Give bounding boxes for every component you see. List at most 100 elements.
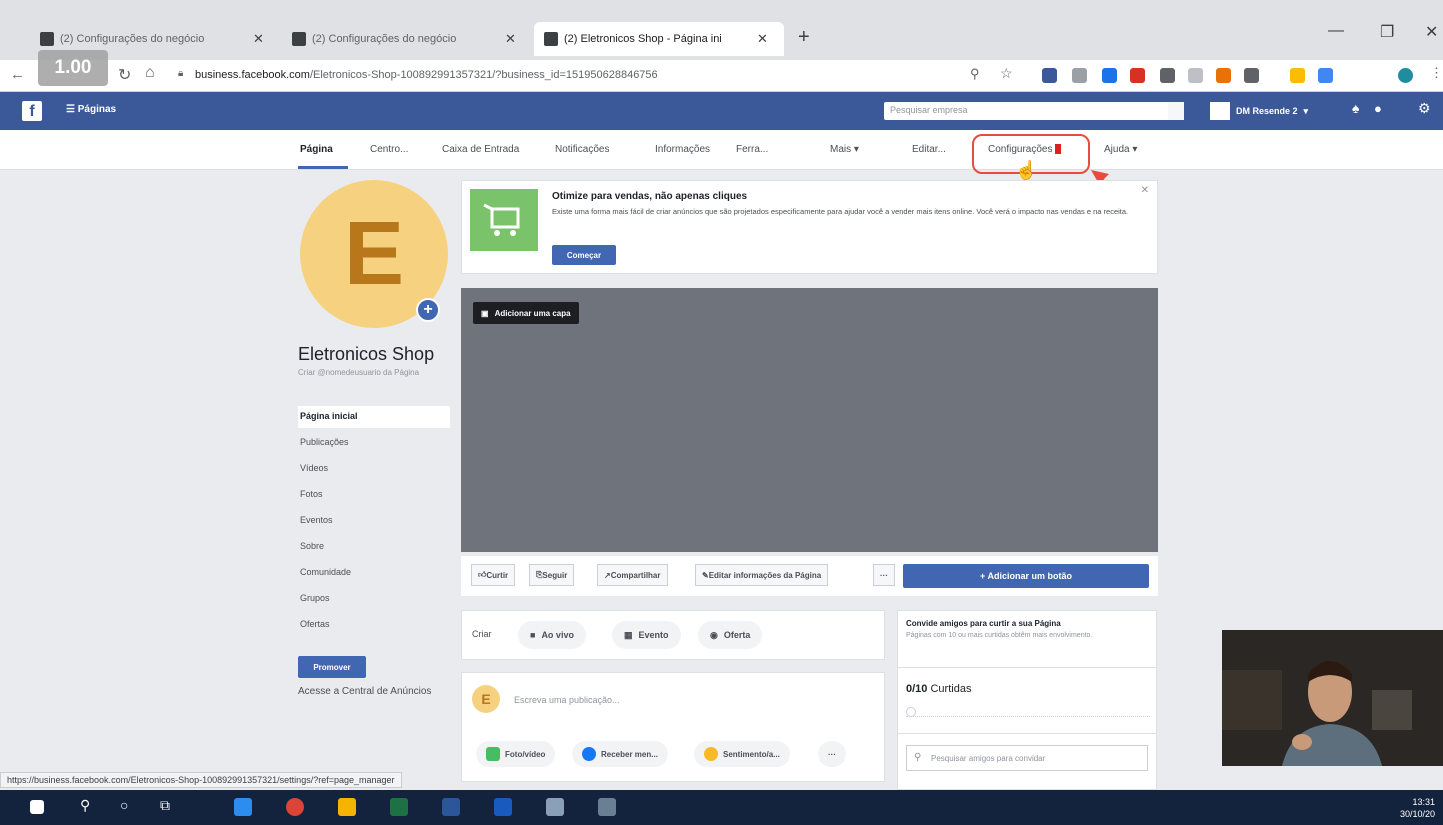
tab-close-icon[interactable]: ✕ (757, 31, 768, 47)
write-post-input[interactable]: Escreva uma publicação... (514, 695, 620, 705)
offer-label: Oferta (723, 630, 751, 640)
photo-video-button[interactable]: Foto/vídeo (476, 741, 556, 767)
get-messages-button[interactable]: Receber men... (572, 741, 668, 767)
extension-icon[interactable] (1042, 68, 1057, 83)
start-button[interactable]: Começar (552, 245, 616, 265)
search-icon[interactable]: ⚲ (80, 797, 90, 814)
left-nav-photos[interactable]: Fotos (298, 484, 450, 506)
windows-start-icon[interactable] (30, 800, 44, 814)
extension-icon[interactable] (1102, 68, 1117, 83)
sticky-notes-app-icon[interactable] (338, 798, 356, 816)
facebook-logo-icon[interactable]: f (22, 101, 42, 121)
left-nav-community[interactable]: Comunidade (298, 562, 450, 584)
system-clock[interactable]: 13:31 30/10/20 (1400, 796, 1435, 820)
add-photo-icon[interactable]: + (416, 298, 440, 322)
add-cover-button[interactable]: ▣ Adicionar uma capa (473, 302, 579, 324)
tab-close-icon[interactable]: ✕ (505, 31, 516, 47)
optimize-sales-banner: Otimize para vendas, não apenas cliques … (461, 180, 1158, 274)
account-switcher[interactable]: DM Resende 2 ▾ (1210, 102, 1308, 120)
pages-menu-link[interactable]: ☰ Páginas (66, 104, 116, 115)
extension-icon[interactable] (1160, 68, 1175, 83)
window-close-icon[interactable]: ✕ (1425, 22, 1438, 42)
close-icon[interactable]: ✕ (1141, 185, 1149, 196)
create-username-link[interactable]: Criar @nomedeusuario da Página (298, 368, 448, 378)
tab-pagina[interactable]: Página (300, 144, 333, 155)
left-nav-about[interactable]: Sobre (298, 536, 450, 558)
photo-icon (486, 747, 500, 761)
excel-app-icon[interactable] (390, 798, 408, 816)
cortana-icon[interactable]: ○ (120, 797, 128, 813)
edit-page-info-button[interactable]: ✎ Editar informações da Página (695, 564, 829, 586)
app-icon[interactable] (546, 798, 564, 816)
share-button[interactable]: ↗ Compartilhar (597, 564, 668, 586)
left-nav-groups[interactable]: Grupos (298, 588, 450, 610)
left-nav-posts[interactable]: Publicações (298, 432, 450, 454)
tab-tools[interactable]: Ferra... (736, 144, 768, 155)
notifications-icon[interactable]: ♠ (1352, 100, 1359, 116)
extension-icon[interactable] (1244, 68, 1259, 83)
tab-centro[interactable]: Centro... (370, 144, 408, 155)
new-tab-button[interactable]: + (798, 26, 810, 49)
app-icon[interactable] (598, 798, 616, 816)
settings-gear-icon[interactable]: ⚙ (1418, 100, 1431, 117)
tab-close-icon[interactable]: ✕ (253, 31, 264, 47)
browser-tab-2[interactable]: (2) Configurações do negócio ✕ (282, 22, 527, 56)
left-nav-events[interactable]: Eventos (298, 510, 450, 532)
tab-title: (2) Eletronicos Shop - Página ini (564, 33, 722, 45)
feeling-button[interactable]: Sentimento/a... (694, 741, 790, 767)
invite-title: Convide amigos para curtir a sua Página (906, 619, 1061, 628)
zoom-app-icon[interactable] (234, 798, 252, 816)
tab-inbox[interactable]: Caixa de Entrada (442, 144, 519, 155)
tab-insights[interactable]: Informações (655, 144, 710, 155)
left-nav-offers[interactable]: Ofertas (298, 614, 450, 636)
account-avatar (1210, 102, 1230, 120)
pages-label: Páginas (77, 104, 117, 115)
more-post-options-button[interactable]: ··· (818, 741, 846, 767)
zoom-search-icon[interactable]: ⚲ (970, 66, 980, 82)
account-name: DM Resende 2 (1236, 106, 1298, 116)
extension-icon[interactable] (1290, 68, 1305, 83)
help-icon[interactable]: ● (1374, 101, 1382, 116)
cover-photo-area[interactable]: ▣ Adicionar uma capa (461, 288, 1158, 552)
left-nav-home[interactable]: Página inicial (298, 406, 450, 428)
profile-avatar-icon[interactable] (1398, 68, 1413, 83)
promote-button[interactable]: Promover (298, 656, 366, 678)
tab-edit[interactable]: Editar... (912, 144, 946, 155)
extension-icon[interactable] (1318, 68, 1333, 83)
home-icon[interactable]: ⌂ (145, 64, 155, 82)
add-button-cta[interactable]: + Adicionar um botão (903, 564, 1149, 588)
author-avatar: E (472, 685, 500, 713)
tab-help[interactable]: Ajuda ▾ (1104, 144, 1137, 155)
bookmark-star-icon[interactable]: ☆ (1000, 65, 1013, 82)
extension-icon[interactable] (1216, 68, 1231, 83)
word-app-icon[interactable] (494, 798, 512, 816)
url-field[interactable]: business.facebook.com/Eletronicos-Shop-1… (195, 69, 658, 81)
live-button[interactable]: ■ Ao vivo (518, 621, 586, 649)
maximize-icon[interactable]: ❐ (1380, 22, 1394, 42)
extension-icon[interactable] (1130, 68, 1145, 83)
explorer-app-icon[interactable] (442, 798, 460, 816)
extension-icon[interactable] (1188, 68, 1203, 83)
reload-icon[interactable]: ↻ (118, 65, 131, 85)
like-button[interactable]: 👍︎ Curtir (471, 564, 516, 586)
follow-button[interactable]: ⎘ Seguir (529, 564, 575, 586)
task-view-icon[interactable]: ⧉ (160, 797, 170, 814)
tab-title: (2) Configurações do negócio (60, 33, 205, 45)
menu-kebab-icon[interactable]: ⋮ (1430, 65, 1443, 81)
smiley-icon (704, 747, 718, 761)
tab-notifications[interactable]: Notificações (555, 144, 609, 155)
more-options-button[interactable]: ··· (873, 564, 895, 586)
browser-tab-3[interactable]: (2) Eletronicos Shop - Página ini ✕ (534, 22, 784, 56)
search-icon[interactable] (1168, 102, 1184, 120)
event-button[interactable]: ▦ Evento (612, 621, 681, 649)
back-icon[interactable]: ← (10, 66, 25, 83)
left-nav-videos[interactable]: Vídeos (298, 458, 450, 480)
minimize-icon[interactable]: — (1328, 22, 1344, 40)
tab-more[interactable]: Mais ▾ (830, 144, 859, 155)
extension-icon[interactable] (1072, 68, 1087, 83)
business-search-input[interactable]: Pesquisar empresa (884, 102, 1184, 120)
offer-button[interactable]: ◉ Oferta (698, 621, 763, 649)
ads-center-link[interactable]: Acesse a Central de Anúncios (298, 686, 438, 698)
chrome-app-icon[interactable] (286, 798, 304, 816)
invite-search-input[interactable]: ⚲ Pesquisar amigos para convidar (906, 745, 1148, 771)
